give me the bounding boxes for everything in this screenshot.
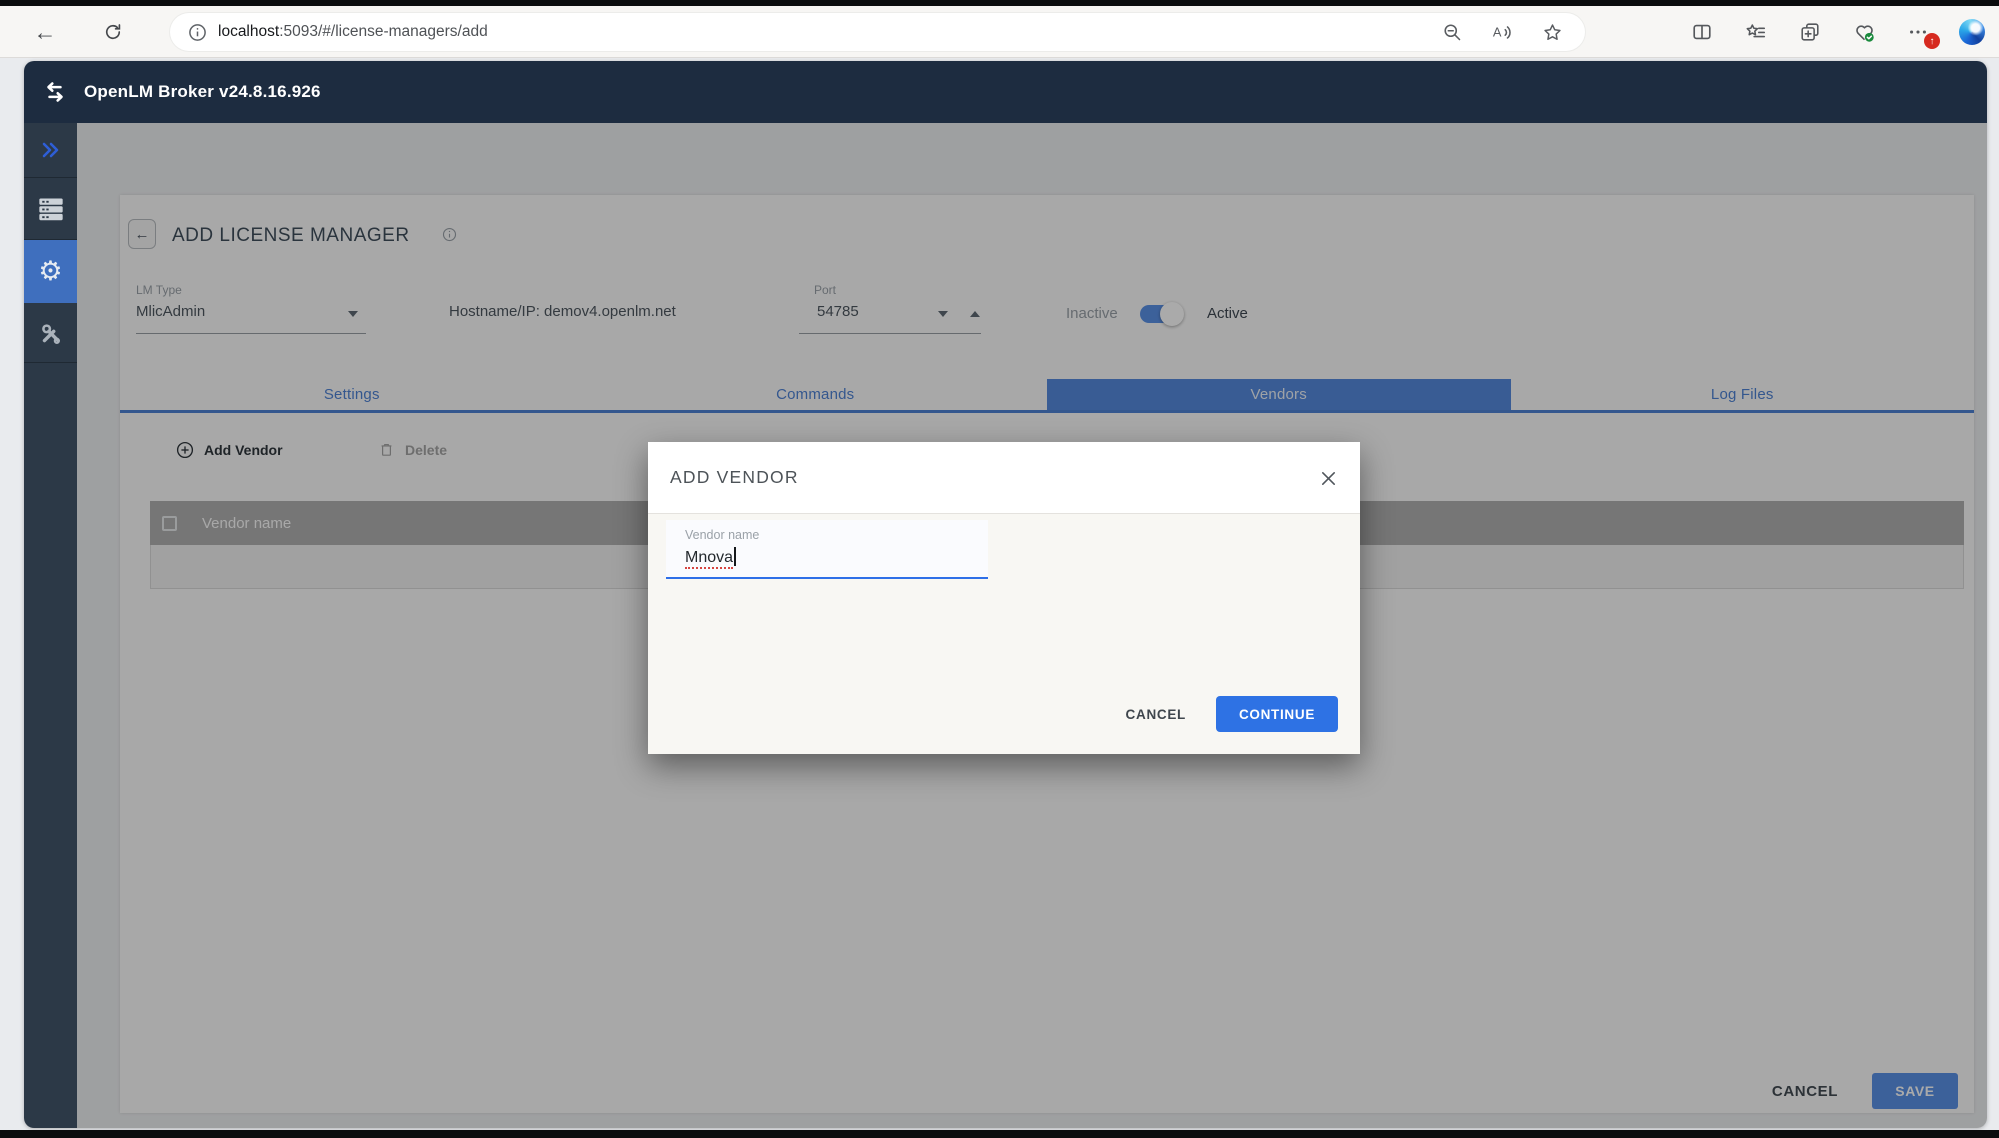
svg-text:A: A <box>1493 25 1502 40</box>
copilot-icon[interactable] <box>1959 19 1985 45</box>
vendor-name-input[interactable]: Mnova <box>685 547 988 567</box>
openlm-broker-app: OpenLM Broker v24.8.16.926 <box>24 61 1987 1128</box>
browser-essentials-icon[interactable] <box>1851 19 1877 45</box>
main-content: ← ADD LICENSE MANAGER LM Type MlicAdmin … <box>77 123 1987 1128</box>
servers-icon <box>37 195 65 223</box>
read-aloud-icon[interactable]: A <box>1485 15 1519 49</box>
double-chevron-right-icon <box>39 138 63 162</box>
url-path: :5093/#/license-managers/add <box>279 23 488 40</box>
close-icon[interactable] <box>1312 462 1344 494</box>
screenshot-root: ← localhost:5093/#/license-managers/add <box>0 0 1999 1138</box>
site-info-icon[interactable] <box>180 15 214 49</box>
favorites-list-icon[interactable] <box>1743 19 1769 45</box>
browser-actions: ↑ <box>1689 13 1985 51</box>
address-bar[interactable]: localhost:5093/#/license-managers/add A <box>170 13 1585 51</box>
openlm-logo-icon <box>40 77 70 107</box>
text-cursor <box>734 547 736 566</box>
update-badge-icon: ↑ <box>1924 33 1940 49</box>
gear-icon: ⚙ <box>38 258 62 285</box>
more-options-icon[interactable]: ↑ <box>1905 19 1931 45</box>
url-host: localhost <box>218 23 279 40</box>
sidebar-item-settings[interactable]: ⚙ <box>24 240 77 303</box>
dialog-actions: CANCEL CONTINUE <box>1126 696 1338 732</box>
add-vendor-dialog: ADD VENDOR Vendor name Mnova CANCEL CONT… <box>648 442 1360 754</box>
browser-refresh-icon[interactable] <box>96 16 130 48</box>
sidebar-item-tools[interactable] <box>24 303 77 363</box>
dialog-cancel-button[interactable]: CANCEL <box>1126 707 1186 722</box>
sidebar-expand-button[interactable] <box>24 123 77 178</box>
sidebar-item-license-managers[interactable] <box>24 178 77 240</box>
dialog-title: ADD VENDOR <box>670 467 799 488</box>
vendor-name-label: Vendor name <box>685 528 988 542</box>
window-bottom-edge <box>0 1130 1999 1138</box>
url-text[interactable]: localhost:5093/#/license-managers/add <box>218 23 1435 41</box>
collections-icon[interactable] <box>1797 19 1823 45</box>
dialog-header: ADD VENDOR <box>648 442 1360 514</box>
browser-back-icon[interactable]: ← <box>28 16 62 48</box>
zoom-out-icon[interactable] <box>1435 15 1469 49</box>
sidebar: ⚙ <box>24 123 77 1128</box>
tools-icon <box>38 320 64 346</box>
vendor-name-field[interactable]: Vendor name Mnova <box>666 520 988 579</box>
split-screen-icon[interactable] <box>1689 19 1715 45</box>
dialog-continue-button[interactable]: CONTINUE <box>1216 696 1338 732</box>
favorite-star-icon[interactable] <box>1535 15 1569 49</box>
app-title: OpenLM Broker v24.8.16.926 <box>84 82 321 102</box>
browser-toolbar: ← localhost:5093/#/license-managers/add <box>0 6 1999 58</box>
app-header: OpenLM Broker v24.8.16.926 <box>24 61 1987 123</box>
vendor-name-value: Mnova <box>685 549 733 569</box>
